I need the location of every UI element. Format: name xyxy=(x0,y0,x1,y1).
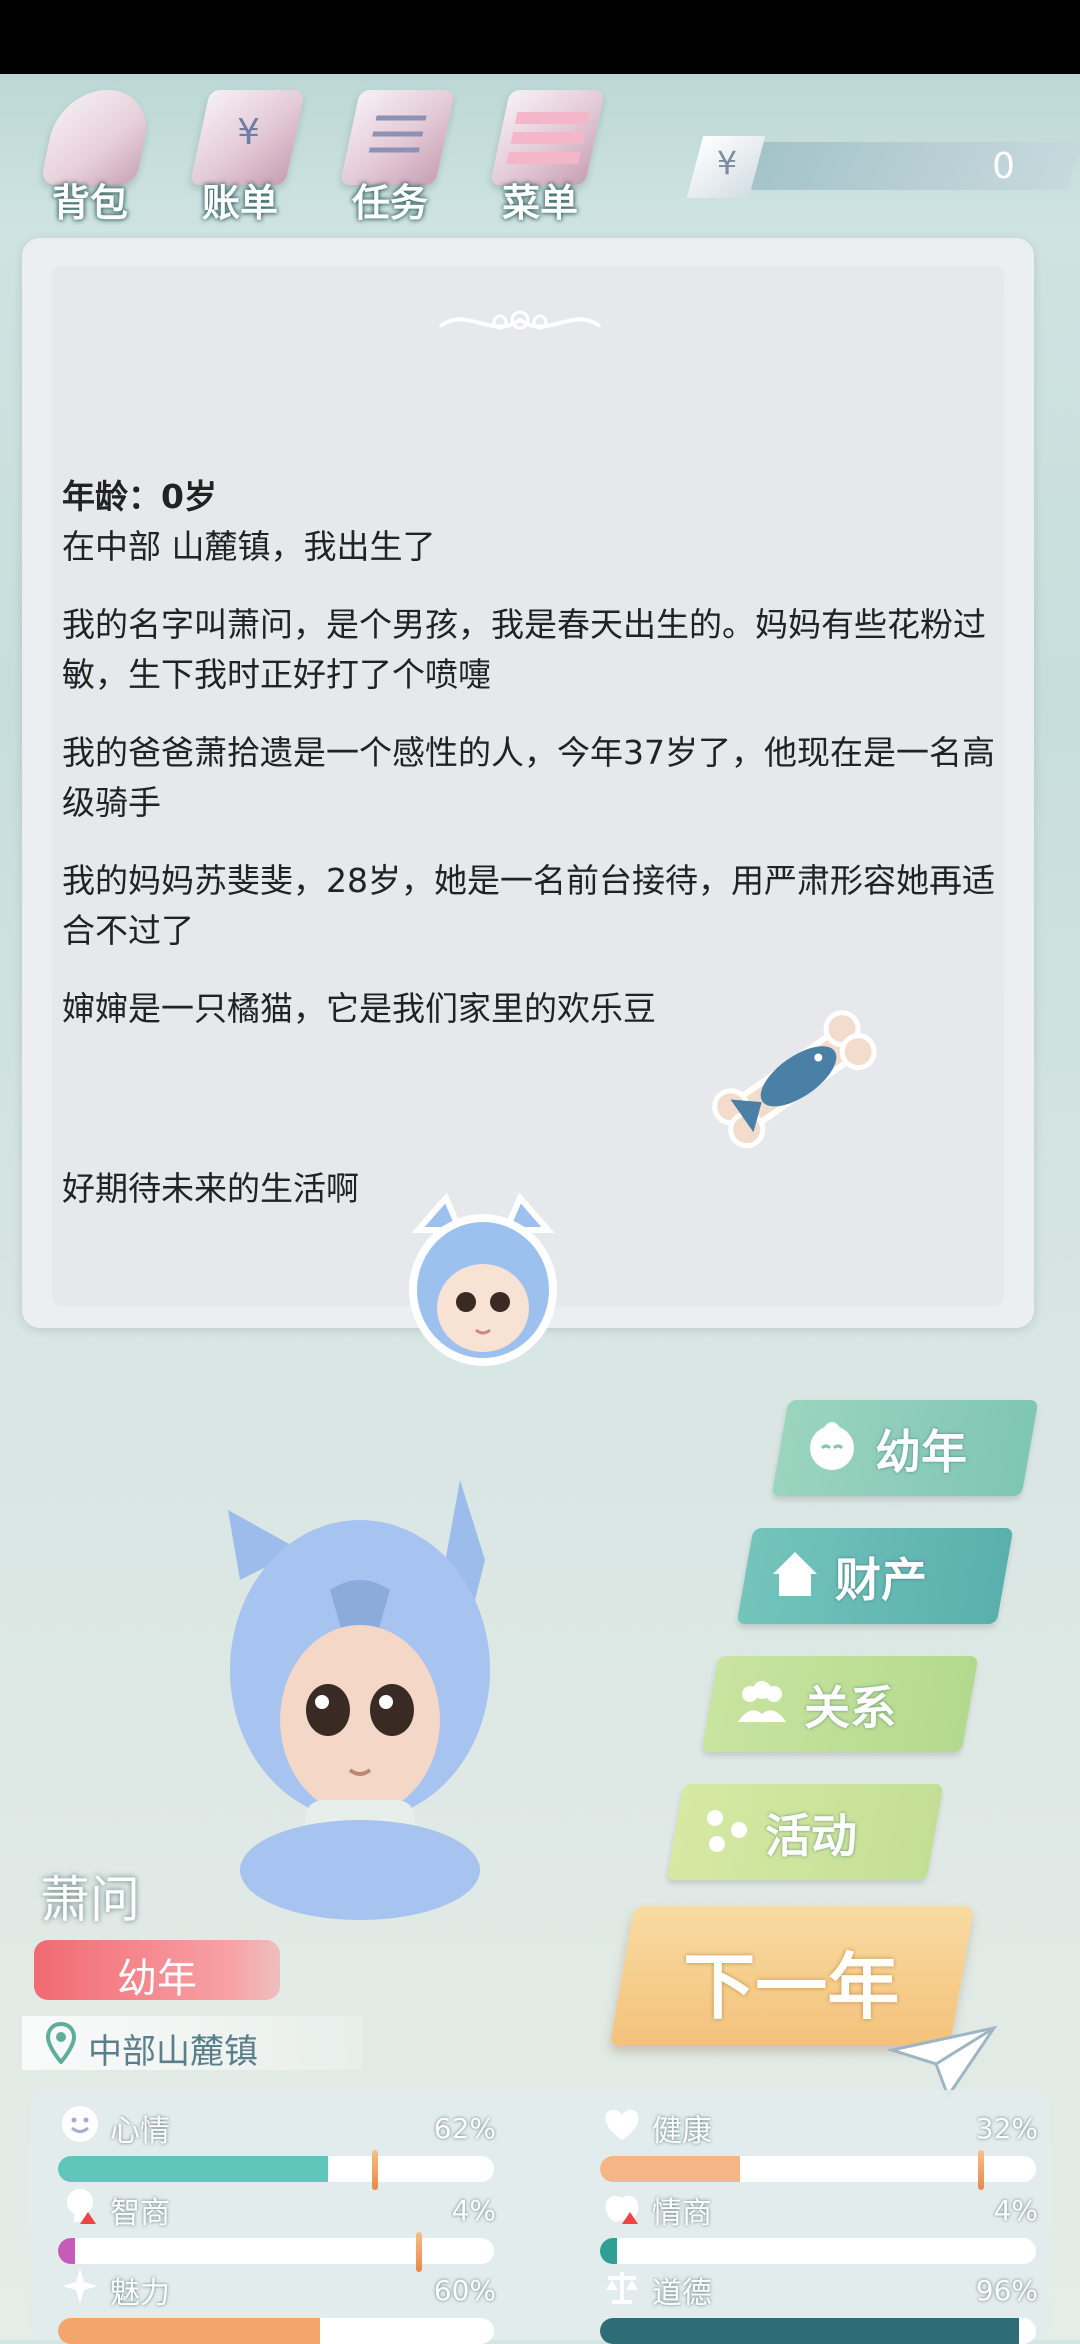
stat-bar xyxy=(600,2156,1036,2182)
house-icon xyxy=(773,1552,817,1596)
character-avatar xyxy=(228,1480,490,1920)
smile-icon xyxy=(62,2106,98,2142)
menu-icon xyxy=(489,90,606,185)
next-year-label: 下一年 xyxy=(683,1945,900,2029)
stat-marker xyxy=(372,2150,378,2190)
nav-bill-label: 账单 xyxy=(201,181,278,225)
nav-menu-button[interactable]: 菜单 xyxy=(470,74,610,234)
stat-bar xyxy=(600,2238,1036,2264)
nav-bag-button[interactable]: 背包 xyxy=(20,74,160,234)
stat-percent: 60% xyxy=(433,2274,496,2307)
bill-icon: ¥ xyxy=(189,90,306,185)
story-paragraph: 我的妈妈苏斐斐，28岁，她是一名前台接待，用严肃形容她再适合不过了 xyxy=(62,861,995,950)
stat-iq: 智商 4% xyxy=(52,2186,502,2272)
bag-icon xyxy=(39,90,156,185)
stat-fill xyxy=(58,2156,329,2182)
stat-fill xyxy=(58,2318,320,2344)
stats-panel: 心情 62% 健康 32% 智商 4% 情商 4% 魅力 60% 道德 96% xyxy=(30,2090,1050,2344)
story-paragraph: 我的名字叫萧问，是个男孩，我是春天出生的。妈妈有些花粉过敏，生下我时正好打了个喷… xyxy=(62,605,986,694)
stat-fill xyxy=(600,2318,1019,2344)
nav-task-label: 任务 xyxy=(351,181,428,225)
scale-icon xyxy=(606,2272,638,2304)
stat-bar xyxy=(58,2238,494,2264)
stat-percent: 96% xyxy=(975,2274,1038,2307)
stat-mood: 心情 62% xyxy=(52,2104,502,2190)
story-paragraph: 在中部 山麓镇，我出生了 xyxy=(62,527,436,566)
stat-name: 情商 xyxy=(652,2196,712,2231)
top-nav-bar: 背包 ¥ 账单 任务 菜单 ¥ 0 xyxy=(0,74,1080,234)
nav-bag-label: 背包 xyxy=(51,181,128,225)
stat-health: 健康 32% xyxy=(594,2104,1044,2190)
location-pin-icon xyxy=(46,2022,76,2064)
stat-fill xyxy=(600,2238,618,2264)
stat-marker xyxy=(978,2150,984,2190)
stat-name: 道德 xyxy=(652,2276,712,2311)
location-bar: 中部山麓镇 xyxy=(22,2016,362,2072)
heart-icon xyxy=(605,2109,639,2140)
status-bar xyxy=(0,0,1080,74)
nav-menu-label: 菜单 xyxy=(501,181,578,225)
ornament-icon xyxy=(438,310,602,330)
property-label: 财产 xyxy=(835,1553,927,1607)
nav-task-button[interactable]: 任务 xyxy=(320,74,460,234)
baby-avatar-sticker-icon xyxy=(409,1192,557,1366)
stat-bar xyxy=(58,2156,494,2182)
task-icon xyxy=(339,90,456,185)
baby-face-icon xyxy=(810,1422,854,1470)
property-button[interactable]: 财产 xyxy=(736,1528,1014,1624)
activities-button[interactable]: 活动 xyxy=(666,1784,944,1880)
stat-bar xyxy=(58,2318,494,2344)
people-icon xyxy=(738,1681,786,1722)
stat-name: 健康 xyxy=(652,2114,712,2149)
stat-fill xyxy=(600,2156,740,2182)
character-name: 萧问 xyxy=(40,1871,140,1929)
age-line: 年龄：0岁 xyxy=(62,477,217,516)
bulb-icon xyxy=(67,2189,96,2224)
stat-name: 魅力 xyxy=(110,2276,170,2311)
sparkle-icon xyxy=(62,2268,98,2304)
life-stage-badge: 幼年 xyxy=(34,1940,280,2002)
stat-morality: 道德 96% xyxy=(594,2266,1044,2344)
activities-label: 活动 xyxy=(765,1809,857,1863)
fish-bone-sticker-icon xyxy=(712,1010,877,1149)
money-value: 0 xyxy=(992,146,1015,187)
paper-plane-icon xyxy=(888,2025,998,2100)
location-text: 中部山麓镇 xyxy=(88,2032,258,2072)
apple-icon xyxy=(605,2195,639,2224)
stat-name: 智商 xyxy=(110,2196,170,2231)
stat-fill xyxy=(58,2238,76,2264)
stat-eq: 情商 4% xyxy=(594,2186,1044,2264)
relations-button[interactable]: 关系 xyxy=(701,1656,979,1752)
relations-label: 关系 xyxy=(804,1681,896,1735)
stat-percent: 62% xyxy=(433,2112,496,2145)
stat-charm: 魅力 60% xyxy=(52,2266,502,2344)
money-display: ¥ 0 xyxy=(686,136,1080,198)
stat-percent: 32% xyxy=(975,2112,1038,2145)
activity-dots-icon xyxy=(707,1810,747,1852)
nav-bill-button[interactable]: ¥ 账单 xyxy=(170,74,310,234)
childhood-button[interactable]: 幼年 xyxy=(771,1400,1039,1496)
stat-percent: 4% xyxy=(993,2194,1038,2227)
stat-percent: 4% xyxy=(451,2194,496,2227)
stat-name: 心情 xyxy=(110,2114,170,2149)
story-paragraph: 我的爸爸萧拾遗是一个感性的人，今年37岁了，他现在是一名高级骑手 xyxy=(62,733,995,822)
childhood-label: 幼年 xyxy=(875,1425,967,1479)
stat-bar xyxy=(600,2318,1036,2344)
